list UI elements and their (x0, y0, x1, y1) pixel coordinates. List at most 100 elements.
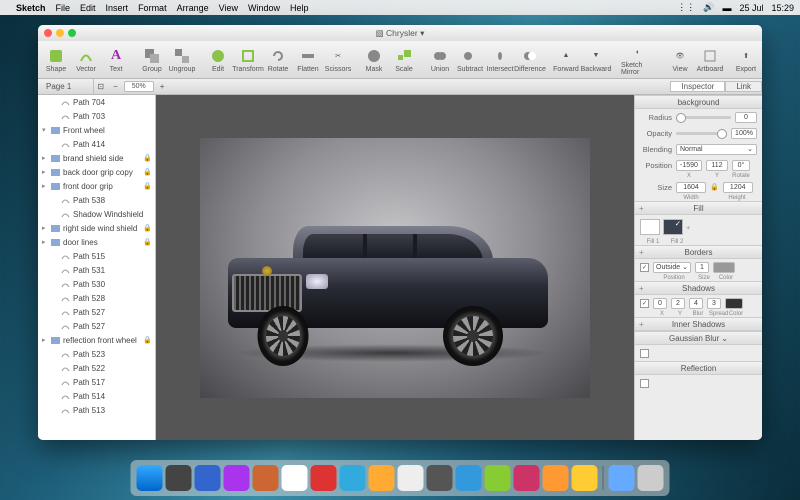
dock-app-icon[interactable] (340, 465, 366, 491)
difference-button[interactable]: Difference (516, 46, 544, 74)
layer-item[interactable]: Path 527 (38, 319, 155, 333)
dock-app-icon[interactable] (369, 465, 395, 491)
dock-app-icon[interactable] (311, 465, 337, 491)
radius-field[interactable]: 0 (735, 112, 757, 123)
edit-button[interactable]: Edit (204, 46, 232, 74)
dock-finder-icon[interactable] (137, 465, 163, 491)
layer-item[interactable]: ▸right side wind shield🔒 (38, 221, 155, 235)
shadow-spread-field[interactable]: 3 (707, 298, 721, 309)
close-button[interactable] (44, 29, 52, 37)
shadow-y-field[interactable]: 2 (671, 298, 685, 309)
pos-x-field[interactable]: -1590 (676, 160, 702, 171)
dock-folder-icon[interactable] (609, 465, 635, 491)
export-button[interactable]: ⬆Export (732, 46, 760, 74)
layers-sidebar[interactable]: Path 704Path 703▾Front wheelPath 414▸bra… (38, 95, 156, 440)
add-border-button[interactable]: + (639, 248, 644, 257)
menu-view[interactable]: View (219, 3, 238, 13)
dock-app-icon[interactable] (543, 465, 569, 491)
layer-item[interactable]: Path 531 (38, 263, 155, 277)
border-enable-checkbox[interactable]: ✓ (640, 263, 649, 272)
add-fill-icon[interactable]: + (686, 223, 690, 232)
window-titlebar[interactable]: ▧ Chrysler ▾ (38, 25, 762, 41)
layer-item[interactable]: Path 703 (38, 109, 155, 123)
disclosure-icon[interactable]: ▸ (42, 154, 48, 162)
dock-app-icon[interactable] (456, 465, 482, 491)
layer-item[interactable]: Shadow Windshield (38, 207, 155, 221)
section-gaussian-blur[interactable]: Gaussian Blur ⌄ (635, 331, 762, 345)
dock-app-icon[interactable] (485, 465, 511, 491)
mirror-button[interactable]: ◐Sketch Mirror (618, 42, 658, 77)
layer-item[interactable]: ▸back door grip copy🔒 (38, 165, 155, 179)
layer-item[interactable]: Path 517 (38, 375, 155, 389)
layer-item[interactable]: Path 523 (38, 347, 155, 361)
dock-app-icon[interactable] (282, 465, 308, 491)
page-tab[interactable]: Page 1 (38, 79, 94, 94)
menu-arrange[interactable]: Arrange (177, 3, 209, 13)
shadow-blur-field[interactable]: 4 (689, 298, 703, 309)
rotate-field[interactable]: 0° (732, 160, 750, 171)
layer-item[interactable]: Path 515 (38, 249, 155, 263)
shadow-enable-checkbox[interactable]: ✓ (640, 299, 649, 308)
dock-app-icon[interactable] (166, 465, 192, 491)
pos-y-field[interactable]: 112 (706, 160, 728, 171)
lock-icon[interactable]: 🔒 (143, 238, 152, 246)
flatten-button[interactable]: Flatten (294, 46, 322, 74)
menu-help[interactable]: Help (290, 3, 309, 13)
radius-slider[interactable] (676, 116, 731, 119)
dock-sketch-icon[interactable] (572, 465, 598, 491)
shape-button[interactable]: Shape (42, 46, 70, 74)
wifi-icon[interactable]: ⋮⋮ (677, 2, 695, 13)
fill-2-swatch[interactable]: ✓ (663, 219, 683, 235)
menu-insert[interactable]: Insert (106, 3, 129, 13)
ungroup-button[interactable]: Ungroup (168, 46, 196, 74)
rotate-button[interactable]: Rotate (264, 46, 292, 74)
reflection-enable-checkbox[interactable] (640, 379, 649, 388)
text-button[interactable]: AText (102, 46, 130, 74)
view-button[interactable]: 👁View (666, 46, 694, 74)
tab-link[interactable]: Link (725, 81, 762, 92)
layer-item[interactable]: Path 514 (38, 389, 155, 403)
subtract-button[interactable]: Subtract (456, 46, 484, 74)
border-size-field[interactable]: 1 (695, 262, 709, 273)
group-button[interactable]: Group (138, 46, 166, 74)
title-dropdown-icon[interactable]: ▾ (420, 28, 424, 38)
layer-item[interactable]: Path 522 (38, 361, 155, 375)
zoom-out-button[interactable]: − (110, 82, 121, 91)
disclosure-icon[interactable]: ▸ (42, 238, 48, 246)
dock-trash-icon[interactable] (638, 465, 664, 491)
zoom-value[interactable]: 50% (124, 81, 154, 92)
dock[interactable] (131, 460, 670, 496)
scissors-button[interactable]: ✂Scissors (324, 46, 352, 74)
height-field[interactable]: 1204 (723, 182, 753, 193)
dock-app-icon[interactable] (427, 465, 453, 491)
transform-button[interactable]: Transform (234, 46, 262, 74)
lock-icon[interactable]: 🔒 (710, 183, 719, 191)
section-reflection[interactable]: Reflection (635, 361, 762, 375)
scale-button[interactable]: Scale (390, 46, 418, 74)
layer-item[interactable]: ▸door lines🔒 (38, 235, 155, 249)
mask-button[interactable]: Mask (360, 46, 388, 74)
lock-icon[interactable]: 🔒 (143, 154, 152, 162)
lock-icon[interactable]: 🔒 (143, 336, 152, 344)
union-button[interactable]: Union (426, 46, 454, 74)
layer-item[interactable]: ▾Front wheel (38, 123, 155, 137)
lock-icon[interactable]: 🔒 (143, 168, 152, 176)
disclosure-icon[interactable]: ▸ (42, 336, 48, 344)
blur-enable-checkbox[interactable] (640, 349, 649, 358)
artboard-background[interactable] (200, 138, 590, 398)
dock-app-icon[interactable] (224, 465, 250, 491)
layer-item[interactable]: ▸front door grip🔒 (38, 179, 155, 193)
layer-item[interactable]: Path 528 (38, 291, 155, 305)
car-artwork[interactable] (218, 218, 558, 358)
artboard-button[interactable]: Artboard (696, 46, 724, 74)
menu-file[interactable]: File (56, 3, 71, 13)
disclosure-icon[interactable]: ▸ (42, 182, 48, 190)
tab-inspector[interactable]: Inspector (670, 81, 725, 92)
border-color-swatch[interactable] (713, 262, 735, 273)
zoom-fit-icon[interactable]: ⊡ (94, 82, 107, 91)
menubar-date[interactable]: 25 Jul (739, 3, 763, 13)
layer-item[interactable]: Path 704 (38, 95, 155, 109)
forward-button[interactable]: ▲Forward (552, 46, 580, 74)
border-position-select[interactable]: Outside⌄ (653, 262, 691, 273)
backward-button[interactable]: ▼Backward (582, 46, 610, 74)
